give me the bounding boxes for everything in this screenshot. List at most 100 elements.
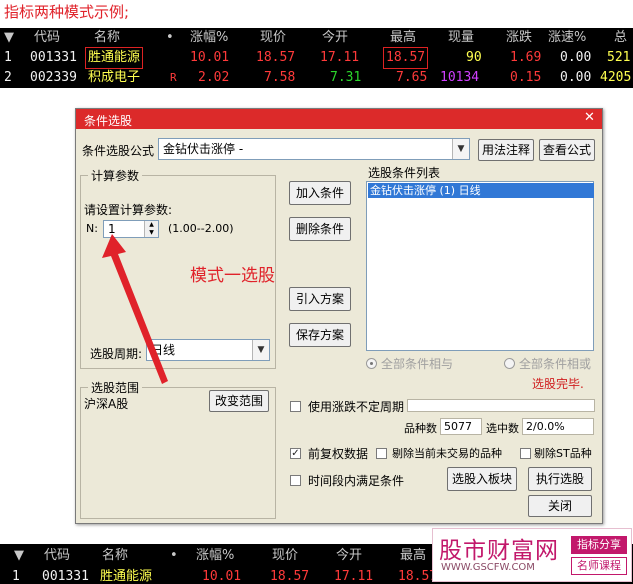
time-range-checkbox[interactable] bbox=[290, 475, 301, 486]
stock-code: 001331 bbox=[42, 569, 89, 584]
view-formula-button[interactable]: 查看公式 bbox=[539, 139, 595, 161]
open: 17.11 bbox=[334, 569, 374, 584]
calc-params-title: 计算参数 bbox=[88, 167, 143, 184]
price: 18.57 bbox=[270, 569, 310, 584]
change: 0.15 bbox=[510, 70, 542, 85]
count-value: 5077 bbox=[440, 418, 482, 435]
table-row[interactable]: 1 001331 胜通能源 10.01 18.57 17.11 18.57 90… bbox=[0, 47, 633, 69]
high: 7.65 bbox=[396, 70, 428, 85]
dialog-title: 条件选股 bbox=[84, 114, 133, 128]
condition-list[interactable]: 金钻伏击涨停 (1) 日线 bbox=[366, 181, 594, 351]
count-label: 品种数 bbox=[404, 422, 437, 435]
header-change-pct[interactable]: 涨幅% bbox=[196, 546, 234, 566]
change: 1.69 bbox=[510, 50, 542, 65]
flag-badge: R bbox=[170, 71, 177, 84]
condition-list-title: 选股条件列表 bbox=[368, 166, 441, 180]
header-name[interactable]: 名称 bbox=[102, 546, 128, 566]
header-volume[interactable]: 现量 bbox=[448, 28, 474, 48]
header-speed[interactable]: 涨速% bbox=[548, 28, 586, 48]
change-pct: 10.01 bbox=[202, 569, 242, 584]
header-high[interactable]: 最高 bbox=[390, 28, 416, 48]
prev-rights-checkbox[interactable]: ✓ bbox=[290, 448, 301, 459]
header-change[interactable]: 涨跌 bbox=[506, 28, 532, 48]
add-condition-button[interactable]: 加入条件 bbox=[289, 181, 351, 205]
header-high[interactable]: 最高 bbox=[400, 546, 426, 566]
stock-code: 001331 bbox=[30, 50, 77, 65]
header-total[interactable]: 总 bbox=[614, 28, 627, 48]
to-block-button[interactable]: 选股入板块 bbox=[447, 467, 517, 491]
total: 521 bbox=[607, 50, 631, 65]
change-range-button[interactable]: 改变范围 bbox=[209, 390, 269, 412]
watermark-title: 股市财富网 bbox=[439, 538, 559, 564]
delete-condition-button[interactable]: 删除条件 bbox=[289, 217, 351, 241]
use-period-label: 使用涨跌不定周期 bbox=[308, 400, 405, 414]
grid-header-row: ▼ 代码 名称 • 涨幅% 现价 今开 最高 现量 涨跌 涨速% 总 bbox=[0, 28, 633, 48]
prev-rights-label: 前复权数据 bbox=[308, 447, 369, 461]
formula-value: 金钻伏击涨停 - bbox=[163, 142, 244, 156]
red-arrow-annotation bbox=[102, 234, 168, 384]
row-index: 1 bbox=[4, 50, 12, 65]
header-price[interactable]: 现价 bbox=[272, 546, 298, 566]
total: 4205 bbox=[600, 70, 632, 85]
chevron-down-icon[interactable]: ▼ bbox=[252, 340, 269, 360]
chevron-down-icon[interactable]: ▼ bbox=[452, 139, 469, 159]
formula-select[interactable]: 金钻伏击涨停 - ▼ bbox=[158, 138, 470, 160]
header-name[interactable]: 名称 bbox=[94, 28, 120, 48]
header-code[interactable]: 代码 bbox=[44, 546, 70, 566]
stock-grid-top: ▼ 代码 名称 • 涨幅% 现价 今开 最高 现量 涨跌 涨速% 总 1 001… bbox=[0, 28, 633, 88]
list-item[interactable]: 金钻伏击涨停 (1) 日线 bbox=[368, 183, 594, 198]
radio-or[interactable] bbox=[504, 358, 515, 369]
price: 7.58 bbox=[264, 70, 296, 85]
dialog-title-bar[interactable]: 条件选股 ✕ bbox=[76, 109, 602, 129]
header-dot: • bbox=[166, 30, 174, 45]
open: 17.11 bbox=[320, 50, 360, 65]
sort-icon[interactable]: ▼ bbox=[4, 28, 14, 48]
watermark-tag: 指标分享 bbox=[571, 536, 627, 554]
header-price[interactable]: 现价 bbox=[260, 28, 286, 48]
header-open[interactable]: 今开 bbox=[322, 28, 348, 48]
usage-notes-button[interactable]: 用法注释 bbox=[478, 139, 534, 161]
close-button[interactable]: 关闭 bbox=[528, 495, 592, 517]
selected-label: 选中数 bbox=[486, 422, 519, 435]
stock-name: 胜通能源 bbox=[84, 47, 144, 69]
time-range-label: 时间段内满足条件 bbox=[308, 474, 405, 488]
close-icon[interactable]: ✕ bbox=[582, 111, 597, 125]
volume: 90 bbox=[466, 50, 482, 65]
import-scheme-button[interactable]: 引入方案 bbox=[289, 287, 351, 311]
param-name: N: bbox=[86, 222, 98, 235]
exclude-st-checkbox[interactable] bbox=[520, 448, 531, 459]
header-change-pct[interactable]: 涨幅% bbox=[190, 28, 228, 48]
radio-or-label: 全部条件相或 bbox=[519, 357, 592, 371]
volume: 10134 bbox=[440, 70, 480, 85]
progress-bar bbox=[407, 399, 595, 412]
header-code[interactable]: 代码 bbox=[34, 28, 60, 48]
price: 18.57 bbox=[256, 50, 296, 65]
radio-and[interactable] bbox=[366, 358, 377, 369]
status-text: 选股完毕. bbox=[532, 377, 584, 391]
exclude-untraded-label: 剔除当前未交易的品种 bbox=[392, 447, 502, 460]
save-scheme-button[interactable]: 保存方案 bbox=[289, 323, 351, 347]
execute-button[interactable]: 执行选股 bbox=[528, 467, 592, 491]
header-open[interactable]: 今开 bbox=[336, 546, 362, 566]
exclude-st-label: 剔除ST品种 bbox=[534, 447, 592, 460]
exclude-untraded-checkbox[interactable] bbox=[376, 448, 387, 459]
high: 18.57 bbox=[382, 47, 429, 69]
open: 7.31 bbox=[330, 70, 362, 85]
stock-name: 积成电子 bbox=[88, 70, 141, 85]
calc-prompt: 请设置计算参数: bbox=[84, 203, 173, 217]
table-row[interactable]: 2 002339 积成电子 R 2.02 7.58 7.31 7.65 1013… bbox=[0, 68, 633, 88]
selected-value: 2/0.0% bbox=[522, 418, 594, 435]
page-caption: 指标两种模式示例; bbox=[4, 3, 130, 21]
stock-name: 胜通能源 bbox=[100, 569, 153, 584]
row-index: 1 bbox=[12, 569, 20, 584]
radio-and-label: 全部条件相与 bbox=[381, 357, 454, 371]
watermark: 股市财富网 WWW.GSCFW.COM 指标分享 名师课程 bbox=[432, 528, 632, 582]
formula-label: 条件选股公式 bbox=[82, 144, 155, 158]
sort-icon[interactable]: ▼ bbox=[14, 546, 24, 566]
stock-code: 002339 bbox=[30, 70, 77, 85]
header-dot: • bbox=[170, 548, 178, 563]
speed: 0.00 bbox=[560, 50, 592, 65]
range-value: 沪深A股 bbox=[84, 397, 129, 411]
param-range: (1.00--2.00) bbox=[168, 222, 234, 235]
use-period-checkbox[interactable] bbox=[290, 401, 301, 412]
